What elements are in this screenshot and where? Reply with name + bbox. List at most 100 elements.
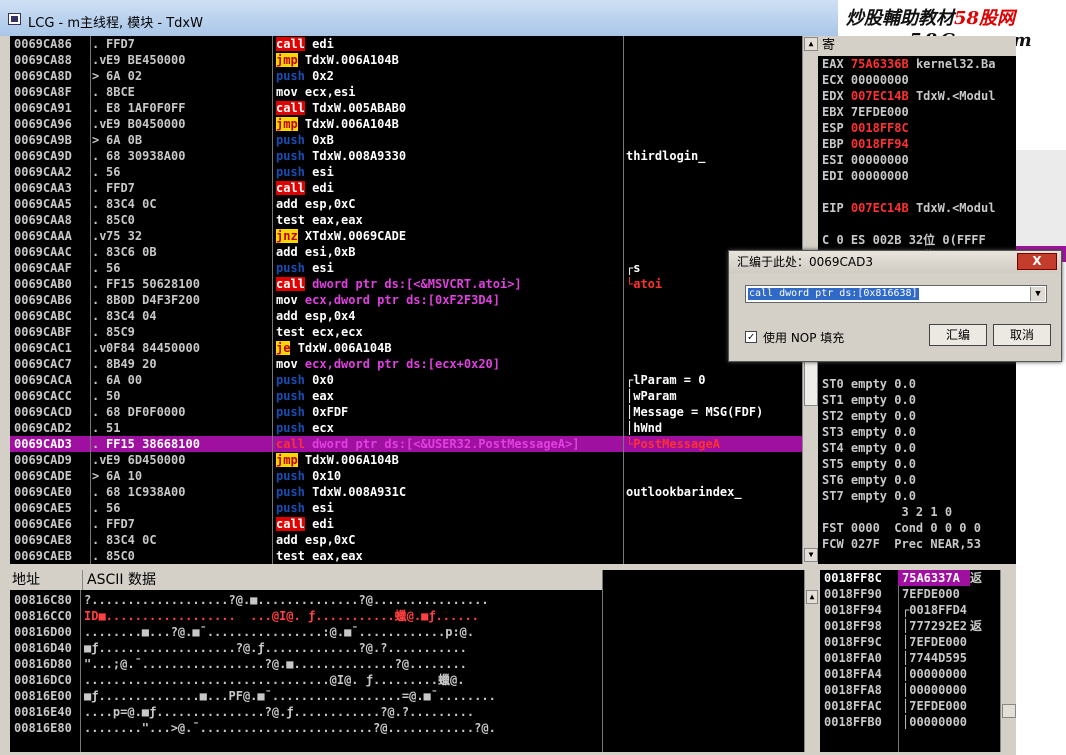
disasm-hex[interactable]: 56: [106, 260, 274, 276]
disasm-address[interactable]: 0069CAE6: [14, 516, 90, 532]
disasm-address[interactable]: 0069CACC: [14, 388, 90, 404]
dump-header-address[interactable]: 地址: [12, 570, 40, 590]
cancel-button[interactable]: 取消: [993, 324, 1051, 346]
disasm-address[interactable]: 0069CAA5: [14, 196, 90, 212]
disasm-address[interactable]: 0069CA88: [14, 52, 90, 68]
disasm-instruction[interactable]: call edi: [276, 180, 624, 196]
dump-scrollbar[interactable]: ▲: [804, 570, 818, 752]
stack-row[interactable]: 0018FF8C 75A6337A 返: [820, 570, 1000, 586]
disasm-instruction[interactable]: add esp,0x4: [276, 308, 624, 324]
close-icon[interactable]: X: [1017, 253, 1057, 270]
disasm-hex[interactable]: 6A 02: [106, 68, 274, 84]
stack-row[interactable]: 0018FF9C │7EFDE000: [820, 634, 1000, 650]
disasm-hex[interactable]: 68 DF0F0000: [106, 404, 274, 420]
disasm-hex[interactable]: 51: [106, 420, 274, 436]
scroll-up-icon[interactable]: ▲: [804, 37, 818, 51]
disasm-hex[interactable]: 6A 10: [106, 468, 274, 484]
disasm-instruction[interactable]: add esi,0xB: [276, 244, 624, 260]
register-row[interactable]: EDX 007EC14B TdxW.<Modul: [822, 88, 1016, 104]
disasm-instruction[interactable]: test eax,eax: [276, 212, 624, 228]
disasm-instruction[interactable]: jmp TdxW.006A104B: [276, 52, 624, 68]
disasm-instruction[interactable]: test eax,eax: [276, 548, 624, 564]
disasm-instruction[interactable]: jmp TdxW.006A104B: [276, 116, 624, 132]
disasm-instruction[interactable]: jmp TdxW.006A104B: [276, 452, 624, 468]
stack-scrollbar[interactable]: [1000, 570, 1016, 752]
disasm-address[interactable]: 0069CAAF: [14, 260, 90, 276]
register-row[interactable]: [822, 216, 1016, 232]
disasm-instruction[interactable]: push TdxW.008A9330: [276, 148, 624, 164]
stack-row[interactable]: 0018FFB0 │00000000: [820, 714, 1000, 730]
scroll-down-icon[interactable]: ▼: [804, 548, 818, 562]
disasm-address[interactable]: 0069CA8D: [14, 68, 90, 84]
disasm-instruction[interactable]: push esi: [276, 500, 624, 516]
disasm-hex[interactable]: E9 BE450000: [106, 52, 274, 68]
disasm-hex[interactable]: 56: [106, 164, 274, 180]
fpu-row[interactable]: FST 0000 Cond 0 0 0 0: [822, 520, 1016, 536]
register-row[interactable]: EAX 75A6336B kernel32.Ba: [822, 56, 1016, 72]
disasm-address[interactable]: 0069CACA: [14, 372, 90, 388]
disasm-hex[interactable]: FFD7: [106, 36, 274, 52]
disasm-instruction[interactable]: add esp,0xC: [276, 532, 624, 548]
stack-row[interactable]: 0018FFA4 │00000000: [820, 666, 1000, 682]
disasm-instruction[interactable]: call dword ptr ds:[<&USER32.PostMessageA…: [276, 436, 624, 452]
disasm-hex[interactable]: FFD7: [106, 516, 274, 532]
nop-fill-label[interactable]: 使用 NOP 填充: [763, 329, 844, 346]
disasm-instruction[interactable]: push 0x0: [276, 372, 624, 388]
chevron-down-icon[interactable]: ▼: [1030, 287, 1045, 301]
register-row[interactable]: EIP 007EC14B TdxW.<Modul: [822, 200, 1016, 216]
disasm-hex[interactable]: 68 1C938A00: [106, 484, 274, 500]
disasm-hex[interactable]: 85C0: [106, 548, 274, 564]
disasm-address[interactable]: 0069CAB0: [14, 276, 90, 292]
disasm-address[interactable]: 0069CAD3: [14, 436, 90, 452]
stack-row[interactable]: 0018FFAC │7EFDE000: [820, 698, 1000, 714]
disasm-instruction[interactable]: test ecx,ecx: [276, 324, 624, 340]
disasm-hex[interactable]: FF15 38668100: [106, 436, 274, 452]
register-row[interactable]: EBX 7EFDE000: [822, 104, 1016, 120]
fpu-row[interactable]: ST4 empty 0.0: [822, 440, 1016, 456]
disasm-instruction[interactable]: mov ecx,esi: [276, 84, 624, 100]
fpu-row[interactable]: ST7 empty 0.0: [822, 488, 1016, 504]
dump-row[interactable]: 00816E00 ■ƒ..............■...PF@.■¯......…: [14, 688, 604, 704]
disasm-address[interactable]: 0069CAD9: [14, 452, 90, 468]
stack-row[interactable]: 0018FF94 ┌0018FFD4: [820, 602, 1000, 618]
disasm-hex[interactable]: E9 6D450000: [106, 452, 274, 468]
stack-row[interactable]: 0018FFA8 │00000000: [820, 682, 1000, 698]
disasm-address[interactable]: 0069CA96: [14, 116, 90, 132]
dump-row[interactable]: 00816DC0................................…: [14, 672, 604, 688]
disasm-address[interactable]: 0069CABC: [14, 308, 90, 324]
disasm-address[interactable]: 0069CA91: [14, 100, 90, 116]
fpu-row[interactable]: ST6 empty 0.0: [822, 472, 1016, 488]
register-row[interactable]: ESP 0018FF8C: [822, 120, 1016, 136]
disasm-address[interactable]: 0069CAAA: [14, 228, 90, 244]
dump-row[interactable]: 00816E40 ....p=@.■ƒ...............?@.ƒ...…: [14, 704, 604, 720]
assemble-input-value[interactable]: call dword ptr ds:[0x816638]: [748, 288, 919, 300]
disasm-instruction[interactable]: call edi: [276, 516, 624, 532]
scroll-up-icon[interactable]: ▲: [806, 590, 818, 604]
stack-pane[interactable]: 0018FF8C 75A6337A 返 0018FF90 7EFDE000 0018FF9…: [820, 570, 1000, 752]
disasm-address[interactable]: 0069CADE: [14, 468, 90, 484]
disasm-address[interactable]: 0069CA9B: [14, 132, 90, 148]
disasm-instruction[interactable]: push TdxW.008A931C: [276, 484, 624, 500]
disasm-address[interactable]: 0069CAA3: [14, 180, 90, 196]
disasm-address[interactable]: 0069CAC1: [14, 340, 90, 356]
disasm-address[interactable]: 0069CACD: [14, 404, 90, 420]
disasm-instruction[interactable]: push esi: [276, 260, 624, 276]
register-row[interactable]: EDI 00000000: [822, 168, 1016, 184]
disasm-instruction[interactable]: push esi: [276, 164, 624, 180]
dump-row[interactable]: 00816D40 ■ƒ...................?@.ƒ.......…: [14, 640, 604, 656]
disasm-hex[interactable]: 68 30938A00: [106, 148, 274, 164]
fpu-row[interactable]: ST1 empty 0.0: [822, 392, 1016, 408]
dump-row[interactable]: 00816D80 "...;@.¯.................?@.■...…: [14, 656, 604, 672]
scroll-thumb[interactable]: [1002, 704, 1016, 718]
disasm-instruction[interactable]: call TdxW.005ABAB0: [276, 100, 624, 116]
disasm-hex[interactable]: 85C0: [106, 212, 274, 228]
disasm-hex[interactable]: 75 32: [106, 228, 274, 244]
disasm-hex[interactable]: 6A 00: [106, 372, 274, 388]
dump-row[interactable]: 00816C80 ?...................?@.■........…: [14, 592, 604, 608]
disasm-hex[interactable]: 85C9: [106, 324, 274, 340]
dump-row[interactable]: 00816E80 ........"...>@.¯................…: [14, 720, 604, 736]
register-row[interactable]: EBP 0018FF94: [822, 136, 1016, 152]
register-row[interactable]: [822, 184, 1016, 200]
register-row[interactable]: ECX 00000000: [822, 72, 1016, 88]
disasm-instruction[interactable]: push 0xFDF: [276, 404, 624, 420]
